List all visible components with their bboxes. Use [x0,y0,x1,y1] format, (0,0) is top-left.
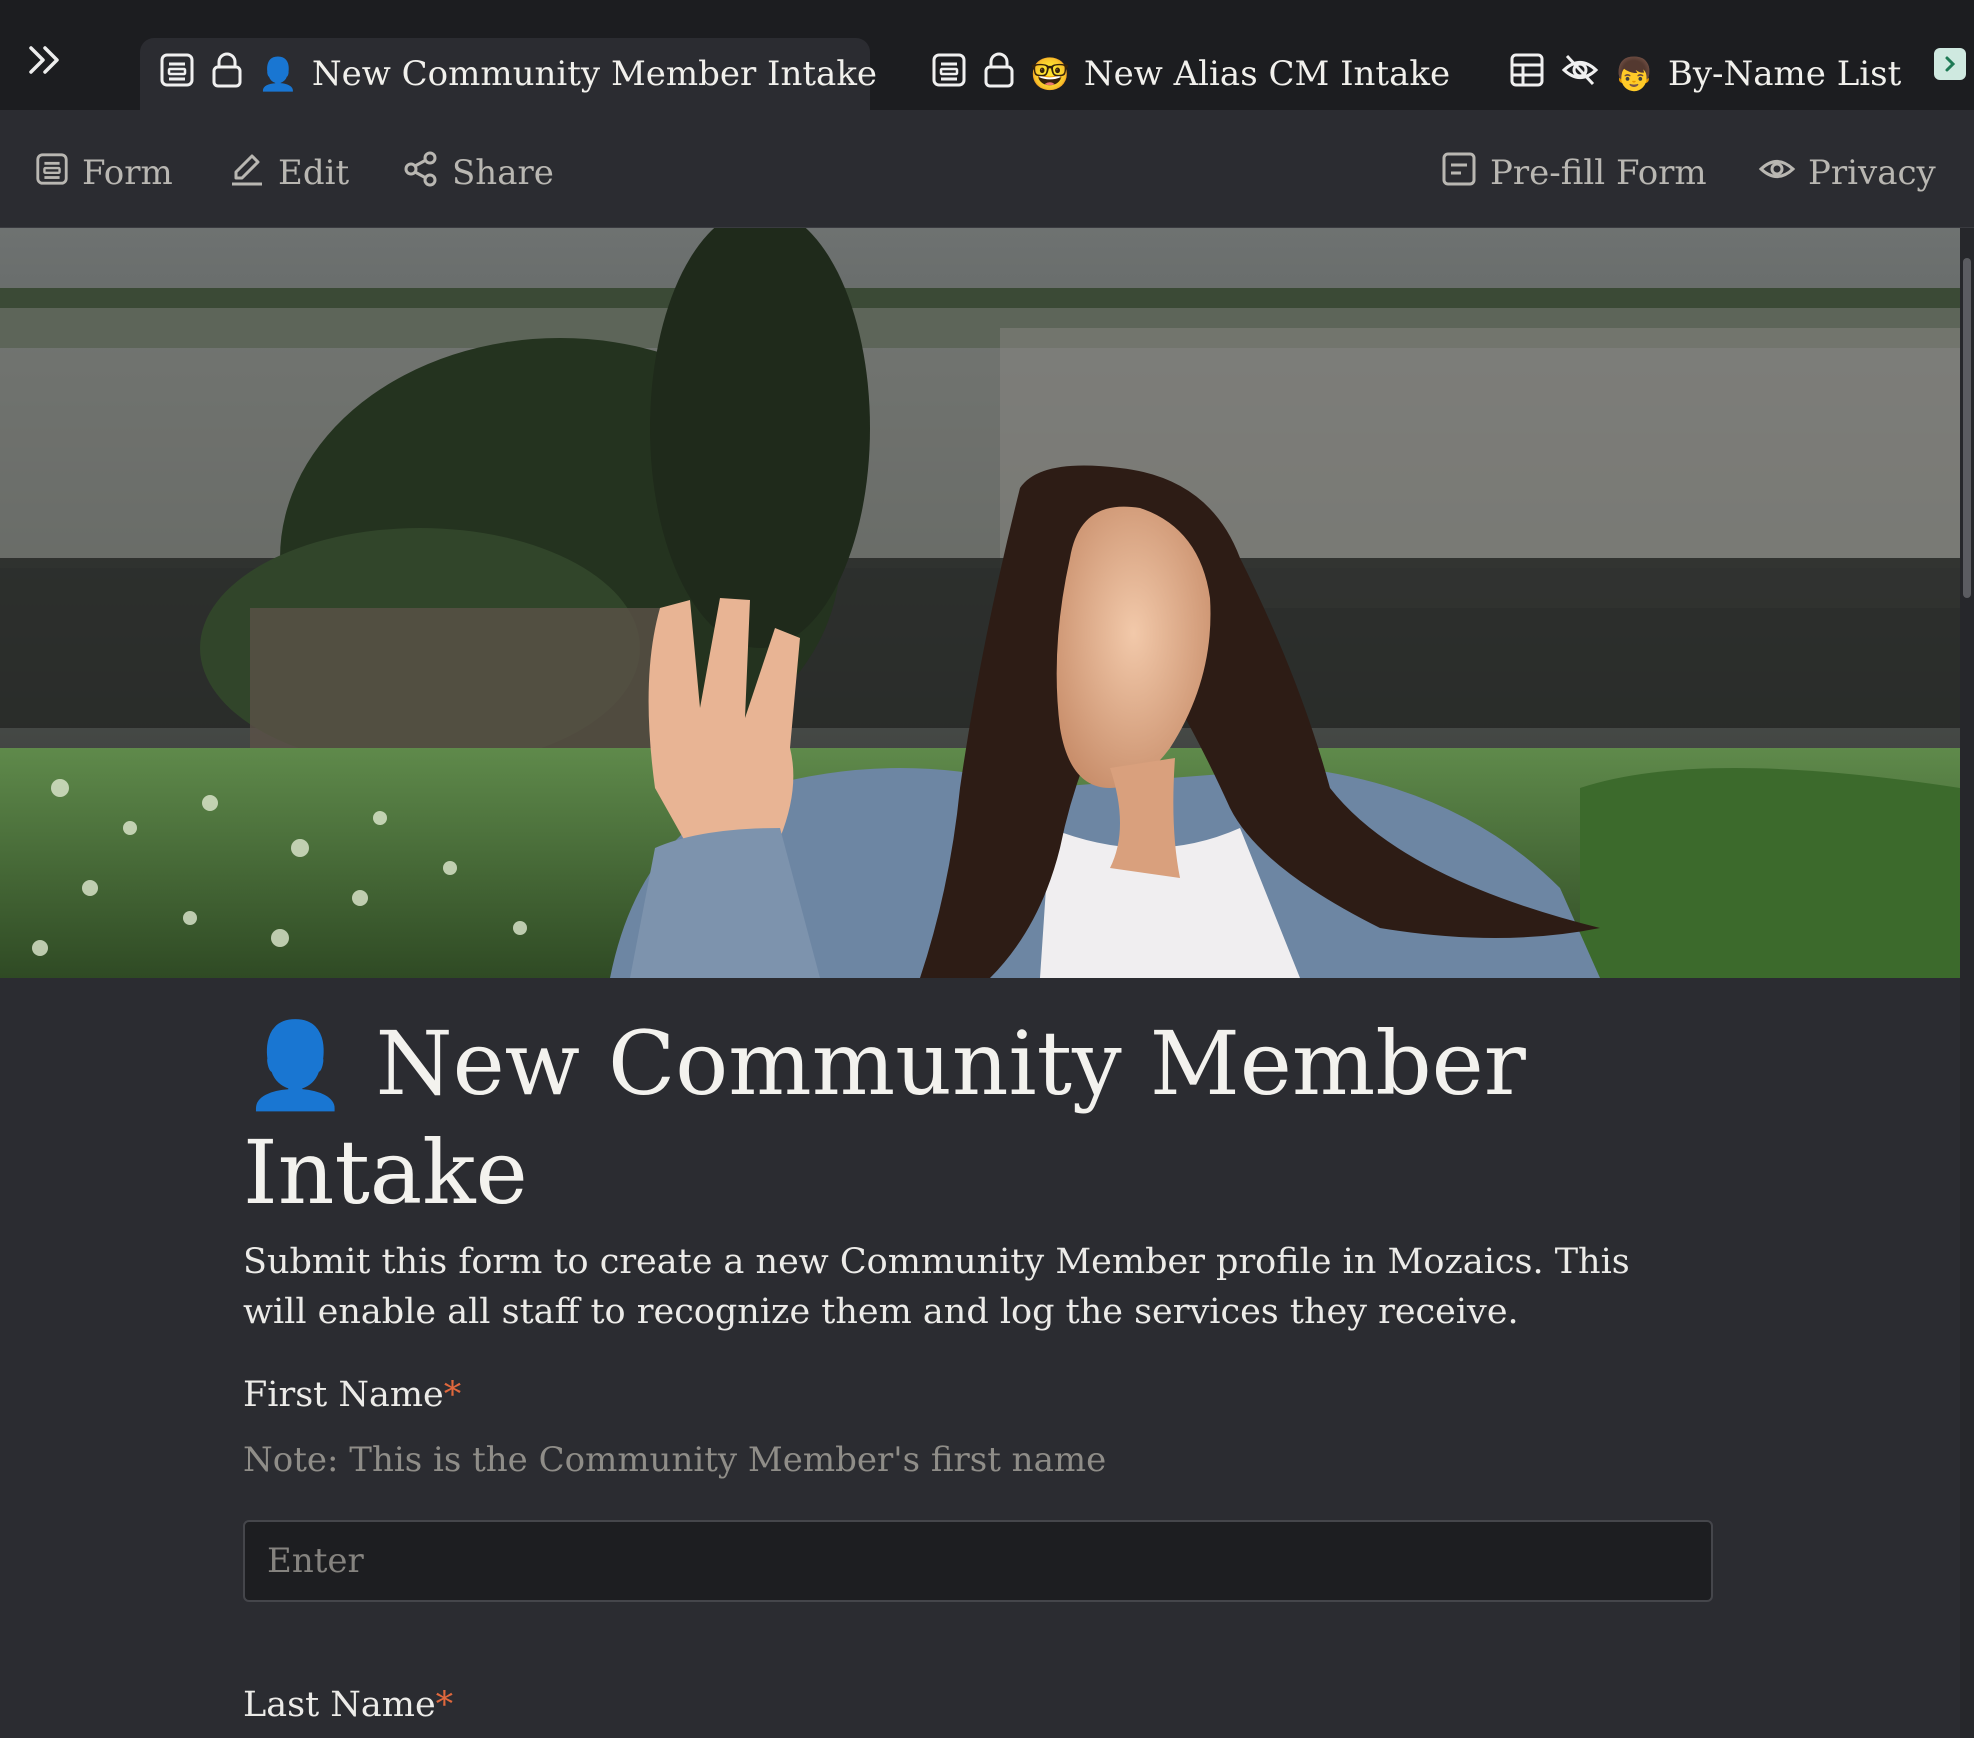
eye-icon [1758,150,1796,197]
lock-icon [210,51,244,98]
form-view-button[interactable]: Form [34,148,173,198]
tab-new-community-member-intake[interactable]: 👤 New Community Member Intake [140,38,877,110]
nerd-face-icon: 🤓 [1030,55,1070,93]
privacy-button-label: Privacy [1808,153,1936,193]
page-scrollbar[interactable] [1960,228,1974,1738]
tab-by-name-list[interactable]: 👦 By-Name List [1508,38,1901,110]
form-button-label: Form [82,153,173,193]
form-icon [158,51,196,98]
privacy-button[interactable]: Privacy [1758,148,1936,198]
form-title-text: New Community Member Intake [243,1012,1526,1224]
table-icon [1508,51,1546,98]
tab-new-alias-cm-intake[interactable]: 🤓 New Alias CM Intake [930,38,1450,110]
share-icon [402,150,440,197]
form-description: Submit this form to create a new Communi… [243,1242,1630,1332]
expand-sidebar-icon[interactable] [18,38,72,82]
lock-icon [982,51,1016,98]
prefill-form-button[interactable]: Pre-fill Form [1440,148,1707,198]
view-toolbar: Form Edit Share Pre-fill Form Privacy [0,110,1974,228]
eye-off-icon [1560,51,1600,98]
prefill-form-label: Pre-fill Form [1490,153,1707,193]
form-title: 👤 New Community Member Intake [243,1010,1713,1227]
edit-button-label: Edit [278,153,350,193]
form-icon [930,51,968,98]
person-silhouette-icon: 👤 [243,1016,348,1114]
share-button[interactable]: Share [402,148,554,198]
last-name-label-text: Last Name [243,1685,436,1725]
last-name-label: Last Name* [243,1685,453,1725]
share-button-label: Share [452,153,554,193]
first-name-label-text: First Name [243,1375,444,1415]
tab-label: New Community Member Intake [311,54,878,94]
tab-bar: 👤 New Community Member Intake 🤓 New Alia… [0,0,1974,110]
first-name-input[interactable] [243,1520,1713,1602]
edit-button[interactable]: Edit [228,148,349,198]
required-asterisk: * [435,1685,454,1725]
pencil-icon [228,150,266,197]
tab-label: New Alias CM Intake [1083,54,1451,94]
tab-label: By-Name List [1667,54,1902,94]
form-content: 👤 New Community Member Intake Submit thi… [243,1010,1713,1337]
form-icon [34,151,70,196]
person-silhouette-icon: 👤 [258,55,298,93]
scroll-tabs-right-icon[interactable] [1934,48,1966,80]
first-name-label: First Name* [243,1375,461,1415]
required-asterisk: * [443,1375,462,1415]
boy-face-icon: 👦 [1614,55,1654,93]
scrollbar-thumb[interactable] [1963,258,1971,598]
first-name-note: Note: This is the Community Member's fir… [243,1440,1107,1480]
cover-image [0,228,1960,978]
prefill-form-icon [1440,150,1478,197]
